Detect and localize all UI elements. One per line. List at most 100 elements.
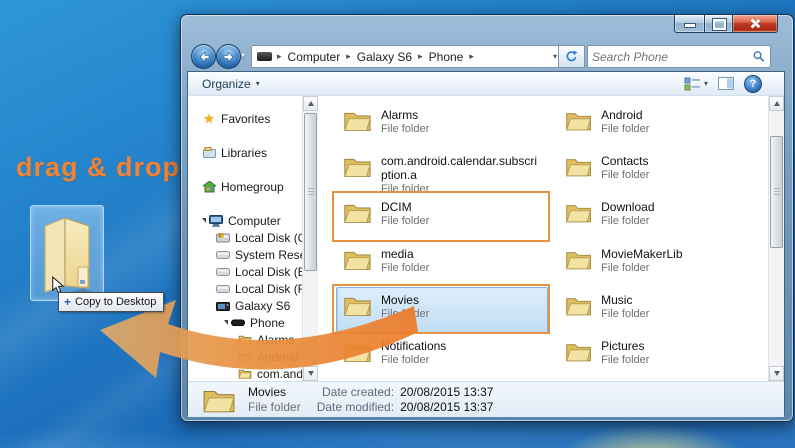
- sidebar-item-computer[interactable]: Computer: [188, 212, 302, 229]
- scroll-up-button[interactable]: [303, 96, 318, 111]
- refresh-icon: [565, 50, 578, 63]
- disk-icon: [216, 231, 230, 245]
- expander-icon[interactable]: [202, 218, 206, 223]
- window-controls: [674, 15, 778, 33]
- folder-name: Alarms: [381, 108, 543, 122]
- file-list: AlarmsFile folder com.android.calendar.s…: [318, 96, 768, 381]
- help-button[interactable]: ?: [744, 75, 762, 93]
- folder-icon: [343, 247, 372, 272]
- date-created-value: 20/08/2015 13:37: [400, 385, 493, 400]
- folder-tile-movies[interactable]: MoviesFile folder: [336, 287, 548, 333]
- folder-type: File folder: [601, 214, 753, 228]
- folder-tile-pictures[interactable]: PicturesFile folder: [558, 333, 758, 379]
- maximize-button[interactable]: [705, 15, 732, 33]
- scroll-down-button[interactable]: [303, 366, 318, 381]
- explorer-window: ▾ ▸ Computer ▸ Galaxy S6 ▸ Phone ▸ ▾: [180, 14, 794, 422]
- breadcrumb-galaxy-s6[interactable]: Galaxy S6: [355, 50, 414, 64]
- details-values: 20/08/2015 13:37 20/08/2015 13:37: [400, 385, 493, 415]
- history-dropdown[interactable]: ▾: [241, 51, 245, 60]
- plus-icon: +: [64, 295, 71, 309]
- folder-tile-download[interactable]: DownloadFile folder: [558, 194, 758, 240]
- chevron-down-icon: ▾: [256, 79, 260, 88]
- sidebar-item-galaxy-s6[interactable]: Galaxy S6: [188, 297, 302, 314]
- scroll-down-button[interactable]: [769, 366, 784, 381]
- folder-tile-music[interactable]: MusicFile folder: [558, 287, 758, 333]
- explorer-main: ★ Favorites Libraries Homegroup: [188, 96, 784, 381]
- breadcrumb-separator-icon: ▸: [276, 51, 283, 62]
- address-bar-row: ▾ ▸ Computer ▸ Galaxy S6 ▸ Phone ▸ ▾: [181, 42, 793, 70]
- folder-name: com.android.calendar.subscription.a: [381, 154, 543, 182]
- desktop-folder-icon[interactable]: [30, 205, 104, 301]
- sidebar-item-alarms[interactable]: Alarms: [188, 331, 302, 348]
- search-input[interactable]: [588, 50, 753, 64]
- sidebar-item-system-reserved[interactable]: System Reserved (D: [188, 246, 302, 263]
- folder-icon: [565, 339, 592, 364]
- close-button[interactable]: [732, 15, 778, 33]
- refresh-button[interactable]: [558, 45, 585, 68]
- forward-button[interactable]: [216, 44, 241, 69]
- list-scrollbar[interactable]: [768, 96, 784, 381]
- folder-name: Download: [601, 200, 753, 214]
- arrow-left-icon: [198, 52, 210, 62]
- sidebar-item-local-disk-f[interactable]: Local Disk (F:): [188, 280, 302, 297]
- folder-tile-alarms[interactable]: AlarmsFile folder: [336, 102, 548, 148]
- disk-icon: [216, 248, 230, 262]
- folder-type: File folder: [381, 214, 543, 228]
- folder-name: MovieMakerLib: [601, 247, 753, 261]
- star-icon: ★: [202, 112, 216, 126]
- folder-tile-notifications[interactable]: NotificationsFile folder: [336, 333, 548, 379]
- phone-device-icon: [216, 299, 230, 313]
- sidebar-item-phone[interactable]: Phone: [188, 314, 302, 331]
- folder-icon: [343, 108, 372, 133]
- details-name: Movies: [248, 385, 301, 400]
- phone-icon: [231, 316, 245, 330]
- nav-scrollbar-thumb[interactable]: [304, 113, 317, 271]
- triangle-up-icon: [774, 101, 780, 106]
- folder-type: File folder: [381, 261, 543, 275]
- sidebar-item-local-disk-e[interactable]: Local Disk (E:): [188, 263, 302, 280]
- back-button[interactable]: [191, 44, 216, 69]
- sidebar-item-libraries[interactable]: Libraries: [188, 144, 302, 161]
- folder-icon: [238, 350, 252, 364]
- scroll-up-button[interactable]: [769, 96, 784, 111]
- sidebar-item-android[interactable]: Android: [188, 348, 302, 365]
- sidebar-item-homegroup[interactable]: Homegroup: [188, 178, 302, 195]
- search-icon[interactable]: [753, 50, 765, 63]
- folder-tile-dcim[interactable]: DCIMFile folder: [336, 194, 548, 240]
- folder-tile-contacts[interactable]: ContactsFile folder: [558, 148, 758, 194]
- folder-tile-android[interactable]: AndroidFile folder: [558, 102, 758, 148]
- breadcrumb-computer[interactable]: Computer: [286, 50, 343, 64]
- sidebar-item-com-android-ca[interactable]: com.android.ca: [188, 365, 302, 381]
- change-view-button[interactable]: ▾: [684, 77, 708, 91]
- folder-icon: [343, 154, 372, 179]
- details-labels: Date created: Date modified:: [317, 385, 394, 415]
- breadcrumb-separator-icon: ▸: [345, 51, 352, 62]
- nav-scrollbar[interactable]: [302, 96, 318, 381]
- preview-pane-button[interactable]: [718, 77, 734, 90]
- date-modified-value: 20/08/2015 13:37: [400, 400, 493, 415]
- folder-name: Movies: [381, 293, 543, 307]
- folder-tile-moviemakerlib[interactable]: MovieMakerLibFile folder: [558, 241, 758, 287]
- breadcrumb-phone[interactable]: Phone: [427, 50, 466, 64]
- folder-icon: [343, 339, 372, 364]
- folder-icon: [37, 212, 97, 294]
- folder-icon: [565, 247, 592, 272]
- folder-name: Contacts: [601, 154, 753, 168]
- list-scrollbar-thumb[interactable]: [770, 136, 783, 248]
- expander-icon[interactable]: [224, 320, 228, 325]
- details-pane: Movies File folder Date created: Date mo…: [188, 381, 784, 417]
- folder-name: media: [381, 247, 543, 261]
- folder-icon: [565, 293, 592, 318]
- folder-tile-com-android[interactable]: com.android.calendar.subscription.aFile …: [336, 148, 548, 194]
- folder-tile-media[interactable]: mediaFile folder: [336, 241, 548, 287]
- chevron-down-icon: ▾: [704, 79, 708, 88]
- folder-type: File folder: [381, 122, 543, 136]
- sidebar-item-local-disk-c[interactable]: Local Disk (C:): [188, 229, 302, 246]
- folder-name: Pictures: [601, 339, 753, 353]
- organize-button[interactable]: Organize ▾: [188, 77, 270, 91]
- sidebar-item-favorites[interactable]: ★ Favorites: [188, 110, 302, 127]
- folder-icon: [238, 333, 252, 347]
- date-created-label: Date created:: [317, 385, 394, 400]
- breadcrumb[interactable]: ▸ Computer ▸ Galaxy S6 ▸ Phone ▸ ▾: [251, 45, 564, 68]
- minimize-button[interactable]: [674, 15, 705, 33]
